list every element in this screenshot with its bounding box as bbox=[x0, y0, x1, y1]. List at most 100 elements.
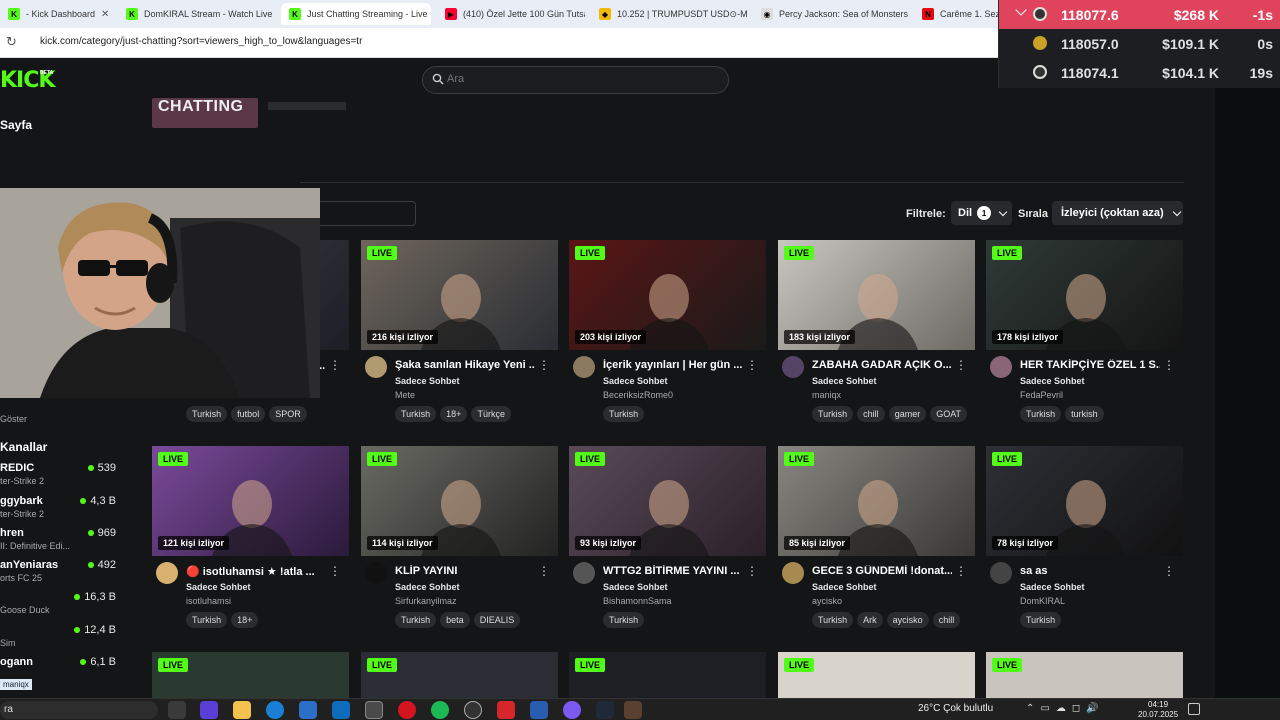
opera-icon[interactable] bbox=[398, 701, 416, 719]
stream-thumbnail[interactable]: LIVE bbox=[152, 652, 349, 698]
streamer-name[interactable]: Mete bbox=[395, 390, 415, 400]
avatar[interactable] bbox=[156, 562, 178, 584]
stream-thumbnail[interactable]: LIVE 85 kişi izliyor bbox=[778, 446, 975, 556]
stream-category[interactable]: Sadece Sohbet bbox=[812, 376, 877, 386]
copilot-icon[interactable] bbox=[200, 701, 218, 719]
browser-tab[interactable]: NCarême 1. Sezon✕ bbox=[914, 3, 1004, 25]
browser-tab[interactable]: ▶(410) Özel Jette 100 Gün Tutsal✕ bbox=[437, 3, 585, 25]
stream-thumbnail[interactable]: LIVE 216 kişi izliyor bbox=[361, 240, 558, 350]
clock[interactable]: 04:19 20.07.2025 bbox=[1138, 700, 1178, 720]
stream-thumbnail[interactable]: LIVE 114 kişi izliyor bbox=[361, 446, 558, 556]
search-box[interactable] bbox=[422, 66, 729, 94]
streamer-name[interactable]: Sirfurkanyilmaz bbox=[395, 596, 457, 606]
avatar[interactable] bbox=[365, 356, 387, 378]
tag-chip[interactable]: Türkçe bbox=[471, 406, 511, 422]
tag-chip[interactable]: Turkish bbox=[603, 406, 645, 422]
sidebar-channel[interactable]: Sim 12,4 B bbox=[0, 624, 116, 654]
stream-thumbnail[interactable]: LIVE bbox=[778, 652, 975, 698]
stream-category[interactable]: Sadece Sohbet bbox=[395, 582, 460, 592]
taskbar-search[interactable]: ra bbox=[0, 701, 158, 719]
sort-dropdown[interactable]: İzleyici (çoktan aza) bbox=[1052, 201, 1183, 225]
stream-title[interactable]: İçerik yayınları | Her gün ... bbox=[603, 359, 743, 371]
stream-title[interactable]: Şaka sanılan Hikaye Yeni ... bbox=[395, 359, 535, 371]
stream-category[interactable]: Sadece Sohbet bbox=[603, 376, 668, 386]
stream-thumbnail[interactable]: LIVE 178 kişi izliyor bbox=[986, 240, 1183, 350]
reload-icon[interactable]: ↻ bbox=[6, 34, 17, 50]
browser-tab[interactable]: K Just Chatting Streaming - Live✕ bbox=[281, 3, 431, 25]
close-icon[interactable]: ✕ bbox=[272, 9, 275, 20]
stream-thumbnail[interactable]: LIVE 93 kişi izliyor bbox=[569, 446, 766, 556]
weather-widget[interactable]: 26°C Çok bulutlu bbox=[918, 703, 993, 714]
stream-thumbnail[interactable]: LIVE 203 kişi izliyor bbox=[569, 240, 766, 350]
browser-tab[interactable]: K - Kick Dashboard ✕ bbox=[0, 3, 112, 25]
outlook-icon[interactable] bbox=[332, 701, 350, 719]
streamer-name[interactable]: BishamonnSama bbox=[603, 596, 672, 606]
obs-icon[interactable] bbox=[464, 701, 482, 719]
tag-chip[interactable]: 18+ bbox=[231, 612, 259, 628]
tag-chip[interactable]: Turkish bbox=[1020, 612, 1062, 628]
streamer-name[interactable]: FedaPevril bbox=[1020, 390, 1063, 400]
edge-icon[interactable] bbox=[266, 701, 284, 719]
stream-category[interactable]: Sadece Sohbet bbox=[1020, 376, 1085, 386]
sidebar-channel[interactable]: anYeniaras orts FC 25 492 bbox=[0, 559, 116, 589]
sidebar-channel[interactable]: Goose Duck 16,3 B bbox=[0, 591, 116, 621]
tag-chip[interactable]: Turkish bbox=[186, 612, 228, 628]
tag-chip[interactable]: Turkish bbox=[603, 612, 645, 628]
stream-card[interactable]: LIVE 93 kişi izliyor WTTG2 BİTİRME YAYINI … bbox=[569, 446, 766, 642]
store-icon[interactable] bbox=[299, 701, 317, 719]
tag-chip[interactable]: Turkish bbox=[395, 612, 437, 628]
tag-chip[interactable]: chill bbox=[932, 612, 961, 628]
tag-chip[interactable]: futbol bbox=[231, 406, 266, 422]
sidebar-channel[interactable]: REDIC ter-Strike 2 539 bbox=[0, 462, 116, 492]
stream-title[interactable]: WTTG2 BİTİRME YAYINI ... bbox=[603, 565, 743, 577]
system-tray[interactable]: ⌃▭☁◻🔊 bbox=[1026, 703, 1105, 714]
stream-category[interactable]: Sadece Sohbet bbox=[603, 582, 668, 592]
stream-title[interactable]: HER TAKİPÇİYE ÖZEL 1 S... bbox=[1020, 359, 1160, 371]
more-options-icon[interactable]: ⋮ bbox=[538, 358, 550, 372]
more-options-icon[interactable]: ⋮ bbox=[746, 358, 758, 372]
app-brown-icon[interactable] bbox=[624, 701, 642, 719]
stream-card[interactable]: LIVE 121 kişi izliyor 🔴 isotluhamsi ★ !atl… bbox=[152, 446, 349, 642]
app-purple-icon[interactable] bbox=[563, 701, 581, 719]
tag-chip[interactable]: aycisko bbox=[886, 612, 929, 628]
browser-tab[interactable]: K DomKIRAL Stream - Watch Live✕ bbox=[118, 3, 275, 25]
tag-chip[interactable]: Turkish bbox=[812, 406, 854, 422]
chrome-icon[interactable] bbox=[365, 701, 383, 719]
avatar[interactable] bbox=[782, 356, 804, 378]
stream-category[interactable]: Sadece Sohbet bbox=[812, 582, 877, 592]
more-options-icon[interactable]: ⋮ bbox=[1163, 564, 1175, 578]
url-text[interactable]: kick.com/category/just-chatting?sort=vie… bbox=[40, 36, 362, 47]
app-dark-icon[interactable] bbox=[596, 701, 614, 719]
streamer-name[interactable]: DomKIRAL bbox=[1020, 596, 1065, 606]
stream-card[interactable]: LIVE 203 kişi izliyor İçerik yayınları | H… bbox=[569, 240, 766, 436]
avatar[interactable] bbox=[573, 356, 595, 378]
stream-card[interactable]: LIVE 216 kişi izliyor Şaka sanılan Hikaye … bbox=[361, 240, 558, 436]
more-options-icon[interactable]: ⋮ bbox=[538, 564, 550, 578]
app-red-icon[interactable] bbox=[497, 701, 515, 719]
tag-chip[interactable]: gamer bbox=[888, 406, 927, 422]
tag-chip[interactable]: Turkish bbox=[1020, 406, 1062, 422]
streamer-name[interactable]: BeceriksizRome0 bbox=[603, 390, 673, 400]
stream-category[interactable]: Sadece Sohbet bbox=[186, 582, 251, 592]
stream-card[interactable]: LIVE 178 kişi izliyor HER TAKİPÇİYE ÖZEL 1… bbox=[986, 240, 1183, 436]
avatar[interactable] bbox=[990, 356, 1012, 378]
stream-card[interactable]: LIVE 85 kişi izliyor GECE 3 GÜNDEMİ !donat… bbox=[778, 446, 975, 642]
stream-thumbnail[interactable]: LIVE 121 kişi izliyor bbox=[152, 446, 349, 556]
stream-card[interactable]: LIVE 183 kişi izliyor ZABAHA GADAR AÇIK O.… bbox=[778, 240, 975, 436]
tag-chip[interactable]: chill bbox=[857, 406, 885, 422]
streamer-name[interactable]: aycisko bbox=[812, 596, 842, 606]
stream-card[interactable]: LIVE 78 kişi izliyor sa as ⋮ Sadece Sohbet Do… bbox=[986, 446, 1183, 642]
tag-chip[interactable]: beta bbox=[440, 612, 470, 628]
tag-chip[interactable]: Turkish bbox=[812, 612, 854, 628]
sidebar-channel[interactable]: ggybark ter-Strike 2 4,3 B bbox=[0, 495, 116, 525]
avatar[interactable] bbox=[782, 562, 804, 584]
stream-category[interactable]: Sadece Sohbet bbox=[395, 376, 460, 386]
stream-thumbnail[interactable]: LIVE 183 kişi izliyor bbox=[778, 240, 975, 350]
spotify-icon[interactable] bbox=[431, 701, 449, 719]
notification-icon[interactable] bbox=[1188, 703, 1200, 715]
tag-chip[interactable]: 18+ bbox=[440, 406, 468, 422]
search-input[interactable] bbox=[447, 73, 707, 85]
stream-thumbnail[interactable]: LIVE bbox=[986, 652, 1183, 698]
more-options-icon[interactable]: ⋮ bbox=[329, 564, 341, 578]
stream-thumbnail[interactable]: LIVE 78 kişi izliyor bbox=[986, 446, 1183, 556]
